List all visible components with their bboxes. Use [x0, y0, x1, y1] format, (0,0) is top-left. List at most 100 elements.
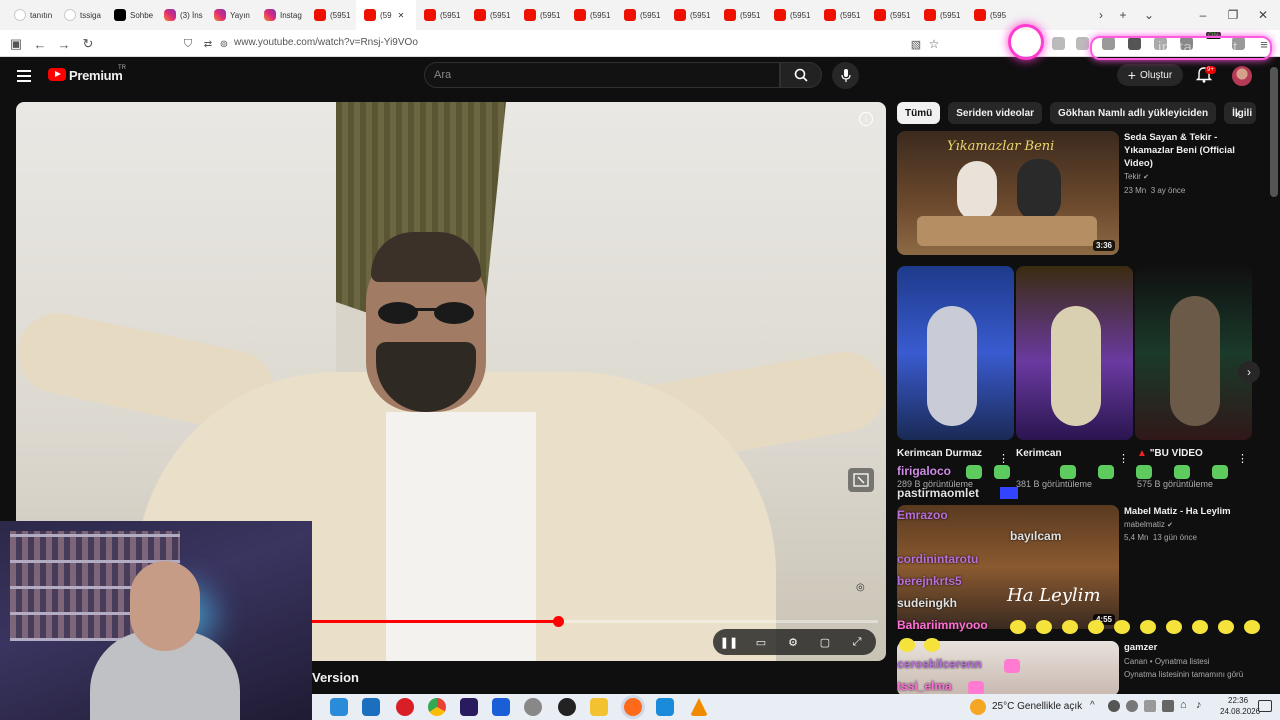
- brand-label[interactable]: Premium: [69, 68, 123, 83]
- premiere-icon[interactable]: [460, 698, 478, 716]
- browser-tab[interactable]: (5951: [866, 0, 916, 30]
- taskbar-app-icon[interactable]: [524, 698, 542, 716]
- chrome-icon[interactable]: [428, 698, 446, 716]
- reload-button[interactable]: ↻: [78, 34, 98, 54]
- clock-date[interactable]: 24.08.2026: [1220, 707, 1260, 716]
- tray-app-icon[interactable]: [1162, 700, 1174, 712]
- extensions-icon[interactable]: [1076, 37, 1089, 50]
- minimize-button[interactable]: –: [1188, 0, 1218, 30]
- more-options-icon[interactable]: ⋮: [1237, 452, 1248, 466]
- close-window-button[interactable]: ✕: [1248, 0, 1278, 30]
- tray-app-icon[interactable]: [1144, 700, 1156, 712]
- short-title[interactable]: ▲ "BU VİDEO: [1137, 448, 1237, 459]
- browser-tab[interactable]: (5951: [666, 0, 716, 30]
- tray-app-icon[interactable]: [1108, 700, 1120, 712]
- screenshot-icon[interactable]: ▧: [906, 34, 926, 54]
- video-thumbnail[interactable]: Ha Leylim 4:55: [897, 505, 1119, 629]
- user-avatar[interactable]: [1232, 66, 1252, 86]
- browser-tab[interactable]: (5951: [566, 0, 616, 30]
- short-thumbnail[interactable]: [1135, 266, 1252, 440]
- browser-tab[interactable]: (5951: [466, 0, 516, 30]
- browser-tab[interactable]: tssiga: [56, 0, 106, 30]
- back-button[interactable]: ←: [30, 34, 50, 54]
- account-icon[interactable]: [1052, 37, 1065, 50]
- short-thumbnail[interactable]: [897, 266, 1014, 440]
- weather-icon[interactable]: [970, 699, 986, 715]
- playlist-title-link[interactable]: gamzer: [1124, 641, 1254, 654]
- weather-label[interactable]: 25°C Genellikle açık: [992, 701, 1082, 712]
- channel-watermark-icon[interactable]: ◎: [856, 582, 876, 598]
- voice-search-button[interactable]: [832, 62, 859, 89]
- taskbar-app-icon[interactable]: [492, 698, 510, 716]
- more-options-icon[interactable]: ⋮: [1118, 452, 1129, 466]
- chevron-right-icon[interactable]: ›: [1228, 104, 1246, 122]
- lock-icon[interactable]: ⊚: [214, 34, 234, 54]
- progress-bar[interactable]: [312, 616, 878, 627]
- hamburger-menu-icon[interactable]: [17, 70, 31, 82]
- miniplayer-icon[interactable]: [848, 468, 874, 492]
- create-button[interactable]: + Oluştur: [1117, 64, 1183, 86]
- url-field[interactable]: www.youtube.com/watch?v=Rnsj-Yi9VOo: [234, 37, 418, 48]
- video-title-link[interactable]: Seda Sayan & Tekir - Yıkamazlar Beni (Of…: [1124, 131, 1254, 170]
- browser-tab[interactable]: (3) İns: [156, 0, 206, 30]
- search-input[interactable]: Ara: [424, 62, 780, 88]
- tab-list-icon[interactable]: ⌄: [1134, 0, 1164, 30]
- browser-tab[interactable]: (5951: [716, 0, 766, 30]
- browser-tab[interactable]: (5951: [766, 0, 816, 30]
- progress-scrubber[interactable]: [552, 616, 564, 627]
- close-tab-icon[interactable]: ✕: [398, 11, 405, 20]
- browser-tab[interactable]: (595: [966, 0, 1016, 30]
- shorts-next-button[interactable]: ›: [1238, 361, 1260, 383]
- bookmark-star-icon[interactable]: ☆: [924, 34, 944, 54]
- sidebar-toggle-icon[interactable]: ▣: [6, 34, 26, 54]
- settings-gear-icon[interactable]: ⚙: [785, 634, 801, 650]
- channel-name[interactable]: Tekir ✔: [1124, 171, 1149, 184]
- taskbar-app-icon[interactable]: [330, 698, 348, 716]
- browser-tab[interactable]: (5951: [516, 0, 566, 30]
- taskbar-app-icon[interactable]: [656, 698, 674, 716]
- theater-mode-icon[interactable]: ▢: [817, 634, 833, 650]
- browser-tab[interactable]: Sohbe: [106, 0, 156, 30]
- browser-tab[interactable]: Yayın: [206, 0, 256, 30]
- subtitles-icon[interactable]: ▭: [753, 634, 769, 650]
- outlook-icon[interactable]: [362, 698, 380, 716]
- volume-icon[interactable]: ♪: [1196, 699, 1202, 711]
- tray-chevron-icon[interactable]: ^: [1090, 700, 1095, 711]
- pause-icon[interactable]: ❚❚: [720, 634, 738, 650]
- fullscreen-icon[interactable]: ⤢: [849, 634, 865, 650]
- browser-tab[interactable]: (5951: [416, 0, 466, 30]
- video-title-link[interactable]: Mabel Matiz - Ha Leylim: [1124, 505, 1254, 518]
- browser-tab[interactable]: Instag: [256, 0, 306, 30]
- browser-tab[interactable]: (5951: [306, 0, 356, 30]
- video-thumbnail[interactable]: Yıkamazlar Beni 3:36: [897, 131, 1119, 255]
- search-button[interactable]: [780, 62, 822, 88]
- more-options-icon[interactable]: ⋮: [998, 452, 1009, 466]
- notification-center-icon[interactable]: [1258, 700, 1272, 712]
- clock-time[interactable]: 22:36: [1228, 696, 1248, 705]
- opera-icon[interactable]: [396, 698, 414, 716]
- browser-tab-active[interactable]: (59 ✕: [356, 0, 416, 30]
- short-thumbnail[interactable]: [1016, 266, 1133, 440]
- taskbar-app-icon[interactable]: [558, 698, 576, 716]
- short-title[interactable]: Kerimcan Durmaz: [897, 448, 997, 459]
- browser-tab[interactable]: tanıtın: [6, 0, 56, 30]
- forward-button[interactable]: →: [54, 34, 74, 54]
- youtube-logo-icon[interactable]: [48, 68, 66, 81]
- browser-tab[interactable]: (5951: [816, 0, 866, 30]
- file-explorer-icon[interactable]: [590, 698, 608, 716]
- maximize-button[interactable]: ❐: [1218, 0, 1248, 30]
- chip-series[interactable]: Seriden videolar: [948, 102, 1043, 124]
- browser-tab[interactable]: (5951: [916, 0, 966, 30]
- vlc-icon[interactable]: [690, 698, 708, 716]
- page-scrollbar[interactable]: [1270, 67, 1278, 197]
- short-title[interactable]: Kerimcan: [1016, 448, 1116, 459]
- channel-name[interactable]: mabelmatiz ✔: [1124, 519, 1173, 532]
- shield-icon[interactable]: ⛉: [178, 34, 198, 54]
- tray-app-icon[interactable]: [1126, 700, 1138, 712]
- chip-uploader[interactable]: Gökhan Namlı adlı yükleyiciden: [1050, 102, 1217, 124]
- browser-tab[interactable]: (5951: [616, 0, 666, 30]
- chip-all[interactable]: Tümü: [897, 102, 941, 124]
- view-full-playlist-link[interactable]: Oynatma listesinin tamamını görü: [1124, 669, 1254, 681]
- info-icon[interactable]: i: [859, 112, 873, 126]
- firefox-icon[interactable]: [624, 698, 642, 716]
